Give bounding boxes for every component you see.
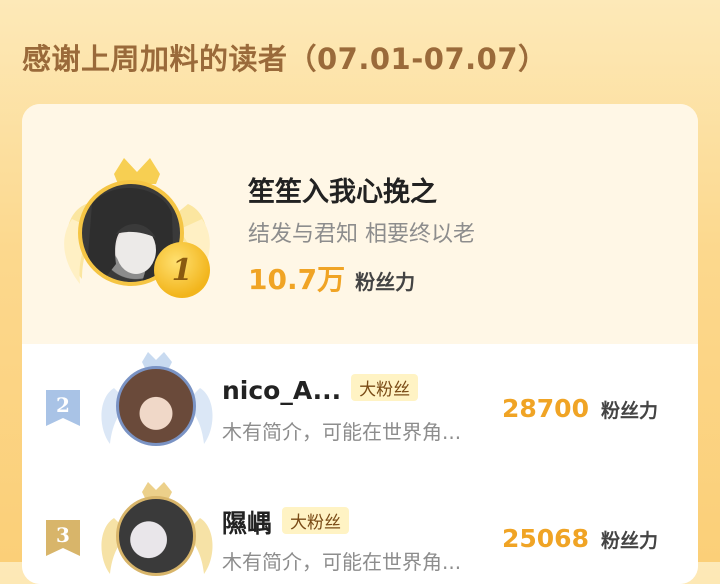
reader-bio: 木有简介，可能在世界角... (222, 420, 462, 444)
fans-label: 粉丝力 (600, 530, 658, 552)
top-reader-fans: 10.7万 粉丝力 (248, 258, 415, 298)
top-reader-bio: 结发与君知 相要终以老 (248, 222, 475, 247)
reader-name-text: nico_A... (222, 376, 342, 405)
reader-list: 2 nico_A... 大粉丝 木有简介，可能在世界角... 28700 粉丝力 3 (22, 344, 698, 584)
list-item[interactable]: 3 隰嵎 大粉丝 木有简介，可能在世界角... 25068 粉丝力 (22, 474, 698, 584)
rank-number: 3 (56, 523, 70, 547)
page-title: 感谢上周加料的读者（07.01-07.07） (22, 42, 548, 76)
reader-bio: 木有简介，可能在世界角... (222, 550, 462, 574)
top-reader-name[interactable]: 笙笙入我心挽之 (248, 170, 437, 209)
fans-value: 10.7万 (248, 263, 346, 296)
fan-level-badge: 大粉丝 (282, 507, 350, 534)
fans-value: 25068 (502, 524, 589, 553)
fans-label: 粉丝力 (600, 400, 658, 422)
top-reader-section[interactable]: 1 笙笙入我心挽之 结发与君知 相要终以老 10.7万 粉丝力 (22, 104, 698, 344)
reader-name-text: 隰嵎 (222, 509, 273, 538)
reader-avatar[interactable] (116, 496, 196, 576)
avatar-frame (92, 348, 222, 458)
list-item[interactable]: 2 nico_A... 大粉丝 木有简介，可能在世界角... 28700 粉丝力 (22, 344, 698, 454)
reader-avatar[interactable] (116, 366, 196, 446)
avatar-frame (92, 478, 222, 584)
fan-level-badge: 大粉丝 (351, 374, 419, 401)
reader-name[interactable]: 隰嵎 大粉丝 (222, 504, 350, 540)
fans-label: 粉丝力 (355, 270, 416, 294)
reader-fans: 25068 粉丝力 (502, 524, 658, 553)
fans-value: 28700 (502, 394, 589, 423)
ranking-card: 1 笙笙入我心挽之 结发与君知 相要终以老 10.7万 粉丝力 2 nico_A.… (22, 104, 698, 584)
rank-number: 2 (56, 393, 70, 417)
rank-one-badge: 1 (154, 242, 210, 298)
reader-name[interactable]: nico_A... 大粉丝 (222, 374, 419, 405)
reader-fans: 28700 粉丝力 (502, 394, 658, 423)
